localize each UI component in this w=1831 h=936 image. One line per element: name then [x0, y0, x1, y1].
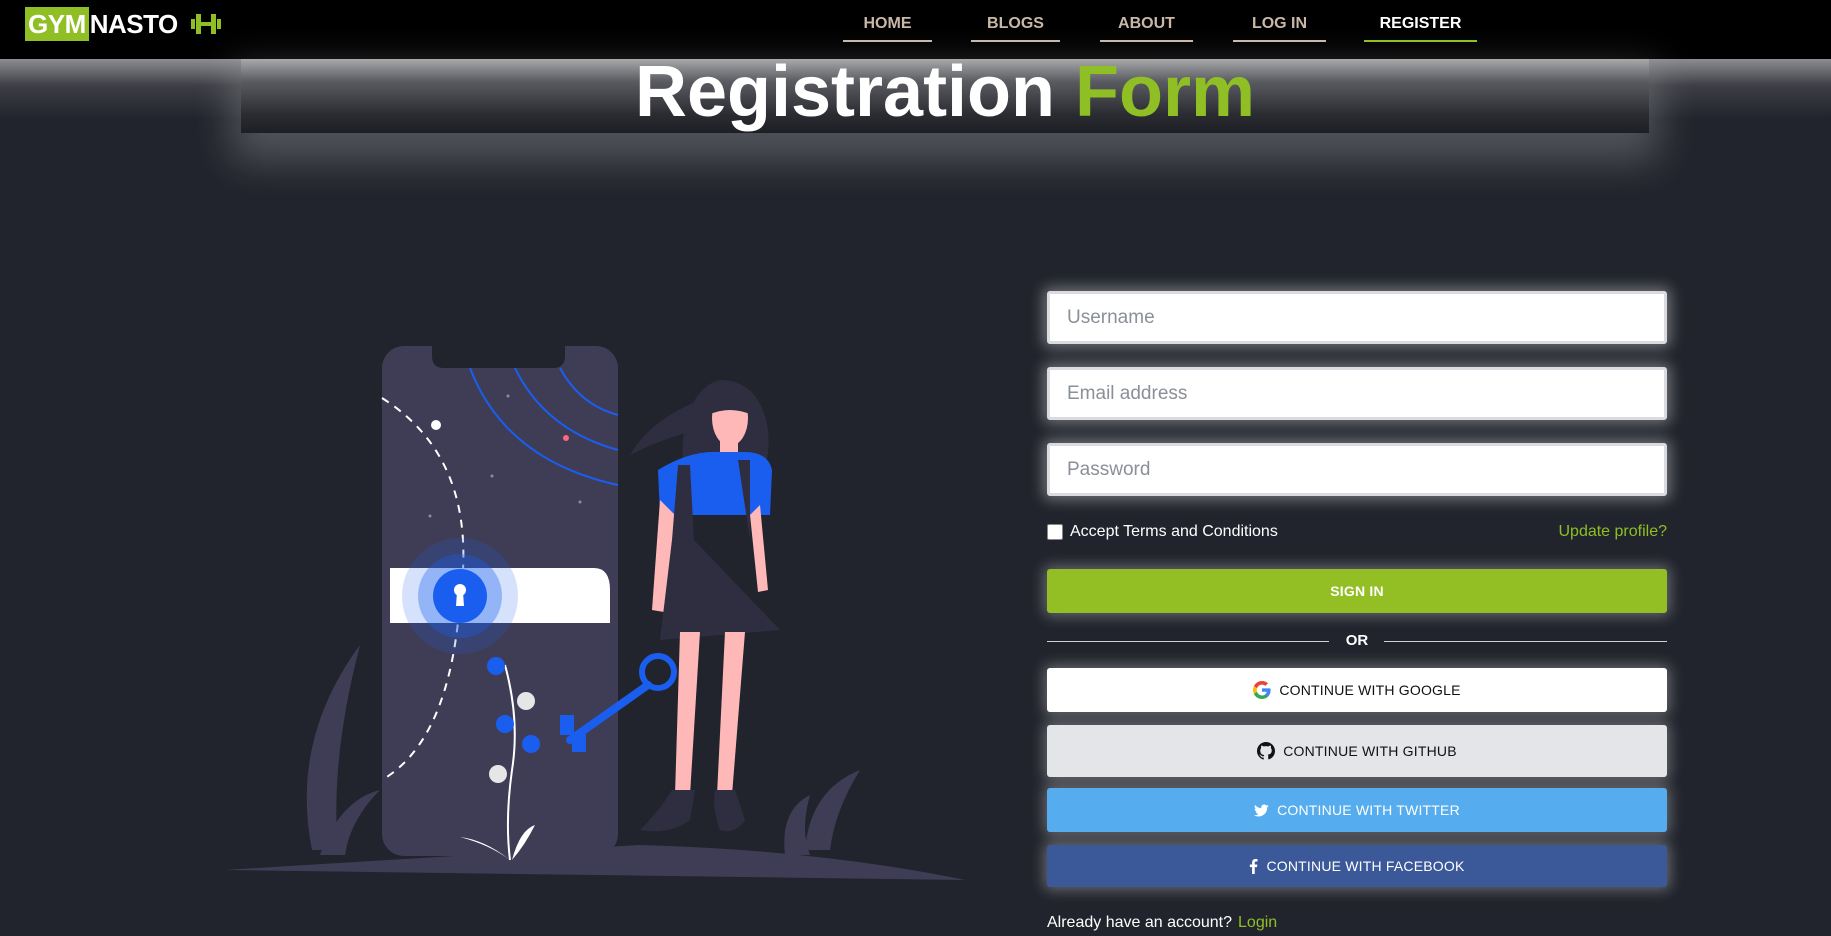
banner-glow-right [1649, 59, 1831, 119]
terms-row: Accept Terms and Conditions Update profi… [1047, 522, 1667, 544]
login-prompt: Already have an account? Login [1047, 913, 1277, 933]
facebook-label: CONTINUE WITH FACEBOOK [1266, 858, 1465, 874]
continue-twitter-button[interactable]: CONTINUE WITH TWITTER [1047, 788, 1667, 832]
title-part-registration: Registration [634, 52, 1056, 132]
or-label: OR [1345, 632, 1369, 649]
github-icon [1257, 742, 1276, 760]
terms-checkbox[interactable] [1047, 524, 1063, 540]
terms-label: Accept Terms and Conditions [1070, 523, 1278, 540]
twitter-label: CONTINUE WITH TWITTER [1277, 802, 1460, 818]
continue-facebook-button[interactable]: CONTINUE WITH FACEBOOK [1047, 845, 1667, 887]
or-divider: OR [1047, 631, 1667, 651]
continue-google-button[interactable]: CONTINUE WITH GOOGLE [1047, 668, 1667, 712]
title-part-form: Form [1075, 52, 1256, 132]
dumbbell-icon [190, 14, 221, 34]
password-input[interactable] [1047, 443, 1667, 496]
username-input[interactable] [1047, 291, 1667, 344]
update-profile-link[interactable]: Update profile? [1558, 522, 1667, 542]
google-icon [1253, 681, 1271, 699]
facebook-icon [1250, 858, 1258, 874]
nav-login[interactable]: LOG IN [1233, 12, 1326, 42]
continue-github-button[interactable]: CONTINUE WITH GITHUB [1047, 725, 1667, 777]
nav-register[interactable]: REGISTER [1364, 12, 1477, 42]
brand-logo[interactable]: GYM NASTO [25, 7, 222, 41]
page-title: Registration Form [241, 51, 1649, 132]
email-input[interactable] [1047, 367, 1667, 420]
brand-nasto-text: NASTO [89, 9, 179, 39]
sign-in-label: SIGN IN [1330, 583, 1384, 599]
nav-blogs[interactable]: BLOGS [971, 12, 1060, 42]
header-banner: Registration Form [241, 52, 1649, 133]
account-prompt-text: Already have an account? [1047, 914, 1233, 931]
login-illustration [225, 346, 965, 880]
github-label: CONTINUE WITH GITHUB [1283, 743, 1457, 759]
login-link[interactable]: Login [1238, 914, 1277, 931]
sign-in-button[interactable]: SIGN IN [1047, 569, 1667, 613]
twitter-icon [1254, 803, 1269, 816]
banner-glow-left [0, 59, 241, 119]
google-label: CONTINUE WITH GOOGLE [1279, 682, 1461, 698]
nav-about[interactable]: ABOUT [1100, 12, 1193, 42]
brand-gym-text: GYM [25, 7, 89, 41]
nav-home[interactable]: HOME [843, 12, 932, 42]
